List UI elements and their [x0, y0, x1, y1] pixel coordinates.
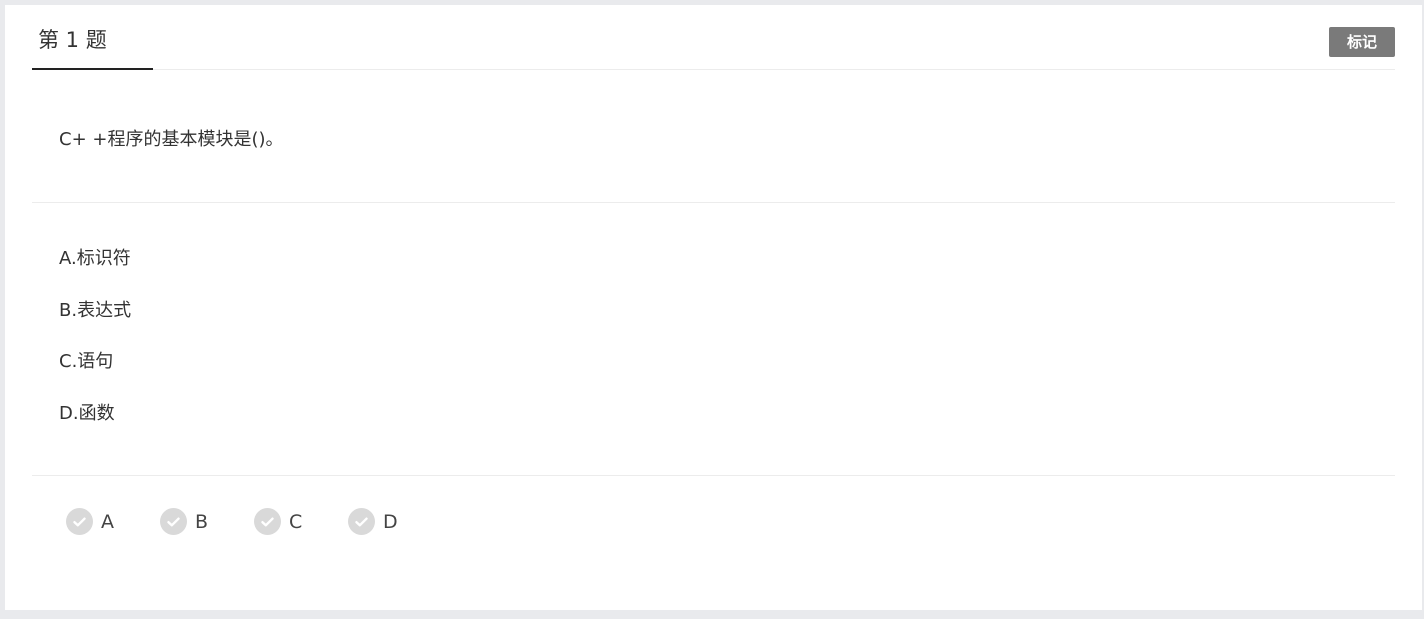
check-circle-icon[interactable]: [348, 508, 375, 535]
answer-label[interactable]: D: [383, 509, 398, 535]
divider: [32, 475, 1395, 476]
option-c: C.语句: [59, 351, 114, 372]
check-circle-icon[interactable]: [254, 508, 281, 535]
answer-choice-b[interactable]: B: [160, 508, 254, 535]
check-circle-icon[interactable]: [66, 508, 93, 535]
answer-choices: A B C D: [66, 508, 442, 535]
options-list: A.标识符 B.表达式 C.语句 D.函数: [59, 246, 131, 452]
answer-label[interactable]: B: [195, 509, 208, 535]
answer-label[interactable]: A: [101, 509, 114, 535]
divider: [32, 202, 1395, 203]
option-b: B.表达式: [59, 299, 132, 321]
mark-button[interactable]: 标记: [1329, 27, 1395, 57]
active-tab-underline: [32, 68, 153, 70]
question-card: 第 1 题 标记 C+ +程序的基本模块是()。 A.标识符 B.表达式 C.语…: [5, 5, 1422, 610]
option-d: D.函数: [59, 402, 115, 424]
question-header: 第 1 题 标记: [32, 5, 1395, 70]
answer-label[interactable]: C: [289, 509, 302, 535]
answer-choice-c[interactable]: C: [254, 508, 348, 535]
check-circle-icon[interactable]: [160, 508, 187, 535]
answer-choice-d[interactable]: D: [348, 508, 442, 535]
question-number-title: 第 1 题: [38, 28, 107, 52]
question-text: C+ +程序的基本模块是()。: [59, 129, 284, 150]
answer-choice-a[interactable]: A: [66, 508, 160, 535]
option-a: A.标识符: [59, 248, 131, 269]
